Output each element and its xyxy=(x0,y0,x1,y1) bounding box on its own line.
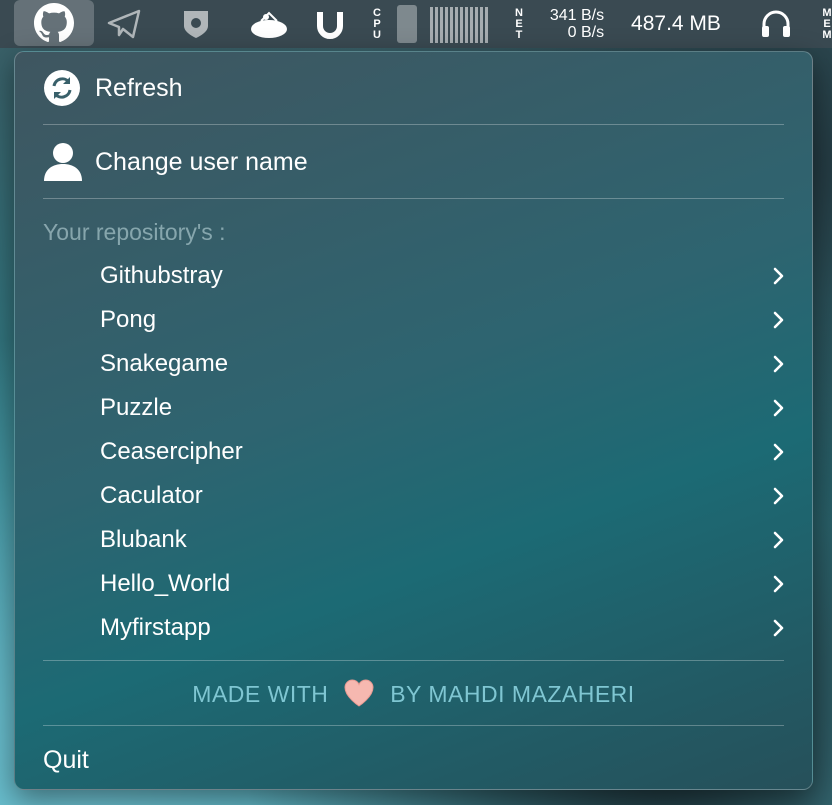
change-user-label: Change user name xyxy=(95,147,308,176)
repository-name: Myfirstapp xyxy=(100,614,211,641)
chevron-right-icon xyxy=(773,311,784,329)
memory-usage-text: 487.4 MB xyxy=(631,12,721,35)
net-speed[interactable]: 341 B/s 0 B/s xyxy=(540,0,614,48)
refresh-label: Refresh xyxy=(95,73,183,102)
credits-made-with: MADE WITH xyxy=(192,681,329,707)
repository-name: Hello_World xyxy=(100,570,231,597)
hedgehog-tray-icon[interactable] xyxy=(246,0,292,48)
credits-author: BY MAHDI MAZAHERI xyxy=(390,681,635,707)
user-icon xyxy=(44,143,82,181)
chevron-right-icon xyxy=(773,267,784,285)
cpu-history-bars xyxy=(430,5,488,43)
cpu-label-text: CPU xyxy=(373,6,381,41)
shield-icon xyxy=(184,11,208,38)
mem-label-partial: MEM xyxy=(822,6,832,41)
cpu-meter-bar xyxy=(397,5,417,43)
separator xyxy=(43,660,784,661)
chevron-right-icon xyxy=(773,399,784,417)
repository-menu-item[interactable]: Puzzle xyxy=(15,388,812,428)
refresh-menu-item[interactable]: Refresh xyxy=(15,68,812,108)
quit-menu-item[interactable]: Quit xyxy=(15,740,812,780)
cpu-label: CPU xyxy=(368,0,386,48)
repository-menu-item[interactable]: Ceasercipher xyxy=(15,432,812,472)
github-tray-button[interactable] xyxy=(14,0,94,46)
repository-menu-item[interactable]: Pong xyxy=(15,300,812,340)
quit-label: Quit xyxy=(43,745,89,774)
cpu-history-graph[interactable] xyxy=(428,0,490,48)
repository-name: Puzzle xyxy=(100,394,173,421)
separator xyxy=(43,198,784,199)
menu-bar: CPU NET 341 B/s 0 B/s 487.4 MB MEM xyxy=(0,0,832,48)
repository-menu-item[interactable]: Myfirstapp xyxy=(15,608,812,648)
repository-name: Caculator xyxy=(100,482,203,509)
cpu-meter[interactable] xyxy=(396,0,418,48)
net-label: NET xyxy=(510,0,528,48)
shield-tray-icon[interactable] xyxy=(176,0,216,48)
separator xyxy=(43,725,784,726)
repository-name: Snakegame xyxy=(100,350,229,377)
headphones-icon xyxy=(762,10,790,37)
github-tray-menu: Refresh Change user name Your repository… xyxy=(14,51,813,790)
heart-icon xyxy=(344,679,374,707)
repositories-section-label: Your repository's : xyxy=(43,218,226,245)
repository-menu-item[interactable]: Githubstray xyxy=(15,256,812,296)
telegram-icon[interactable] xyxy=(104,0,144,48)
github-icon xyxy=(34,3,74,43)
change-user-menu-item[interactable]: Change user name xyxy=(15,140,812,184)
chevron-right-icon xyxy=(773,355,784,373)
net-download-speed: 0 B/s xyxy=(567,24,605,41)
separator xyxy=(43,124,784,125)
repository-menu-item[interactable]: Blubank xyxy=(15,520,812,560)
chevron-right-icon xyxy=(773,619,784,637)
headphones-tray-icon[interactable] xyxy=(756,0,796,48)
repository-menu-item[interactable]: Caculator xyxy=(15,476,812,516)
net-upload-speed: 341 B/s xyxy=(549,7,605,24)
repository-menu-item[interactable]: Snakegame xyxy=(15,344,812,384)
repository-menu-item[interactable]: Hello_World xyxy=(15,564,812,604)
net-label-text: NET xyxy=(515,6,523,41)
paper-plane-icon xyxy=(107,9,141,39)
chevron-right-icon xyxy=(773,531,784,549)
repository-name: Pong xyxy=(100,306,157,333)
chevron-right-icon xyxy=(773,443,784,461)
credits-footer: MADE WITH BY MAHDI MAZAHERI xyxy=(15,678,812,710)
memory-usage[interactable]: 487.4 MB xyxy=(622,0,730,48)
repositories-section-header: Your repository's : xyxy=(15,216,812,248)
repository-name: Ceasercipher xyxy=(100,438,243,465)
u-icon xyxy=(317,12,343,39)
repository-name: Blubank xyxy=(100,526,187,553)
u-tray-icon[interactable] xyxy=(312,0,348,48)
chevron-right-icon xyxy=(773,575,784,593)
chevron-right-icon xyxy=(773,487,784,505)
refresh-icon xyxy=(44,70,80,106)
hedgehog-icon xyxy=(251,11,287,38)
repository-name: Githubstray xyxy=(100,262,223,289)
